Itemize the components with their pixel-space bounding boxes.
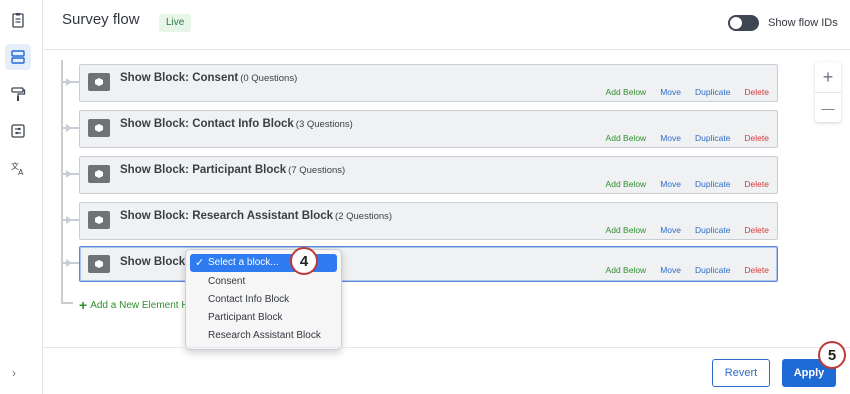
flow-arrow-icon	[66, 259, 72, 267]
move-link[interactable]: Move	[660, 133, 681, 143]
block-icon	[88, 119, 110, 137]
add-below-link[interactable]: Add Below	[606, 225, 647, 235]
zoom-out-button[interactable]: —	[815, 93, 841, 123]
duplicate-link[interactable]: Duplicate	[695, 87, 730, 97]
block-actions: Add Below Move Duplicate Delete	[592, 179, 769, 189]
flow-arrow-icon	[66, 216, 72, 224]
block-icon	[88, 165, 110, 183]
step-marker-4: 4	[290, 247, 318, 275]
flow-block-consent[interactable]: Show Block: Consent (0 Questions) Add Bel…	[79, 64, 778, 102]
move-link[interactable]: Move	[660, 265, 681, 275]
block-actions: Add Below Move Duplicate Delete	[592, 133, 769, 143]
delete-link[interactable]: Delete	[744, 179, 769, 189]
add-below-link[interactable]: Add Below	[606, 179, 647, 189]
dropdown-option[interactable]: Participant Block	[186, 309, 341, 327]
block-title: Show Block	[120, 256, 186, 268]
show-flow-ids-toggle[interactable]	[728, 15, 759, 31]
block-icon	[88, 211, 110, 229]
plus-icon: +	[79, 297, 88, 313]
block-icon	[88, 73, 110, 91]
checkmark-icon: ✓	[195, 257, 205, 269]
zoom-in-button[interactable]: +	[815, 62, 841, 92]
question-count: (2 Questions)	[335, 211, 393, 222]
survey-icon[interactable]	[5, 7, 31, 33]
flow-spine-end	[61, 302, 73, 304]
delete-link[interactable]: Delete	[744, 265, 769, 275]
revert-button[interactable]: Revert	[712, 359, 770, 387]
duplicate-link[interactable]: Duplicate	[695, 133, 730, 143]
block-title: Show Block: Consent (0 Questions)	[120, 72, 298, 84]
zoom-controls: + —	[815, 62, 841, 122]
options-icon[interactable]	[5, 118, 31, 144]
question-count: (0 Questions)	[240, 73, 298, 84]
duplicate-link[interactable]: Duplicate	[695, 225, 730, 235]
add-below-link[interactable]: Add Below	[606, 133, 647, 143]
delete-link[interactable]: Delete	[744, 225, 769, 235]
flow-block-new[interactable]: Show Block Add Below Move Duplicate Delete	[79, 246, 778, 282]
block-select-dropdown[interactable]: ✓ Select a block... Consent Contact Info …	[185, 249, 342, 350]
header-divider	[43, 49, 850, 50]
duplicate-link[interactable]: Duplicate	[695, 179, 730, 189]
add-new-element-link[interactable]: + Add a New Element H	[79, 297, 189, 313]
expand-rail-icon[interactable]: ›	[12, 366, 16, 380]
flow-block-research-assistant[interactable]: Show Block: Research Assistant Block (2 Q…	[79, 202, 778, 240]
dropdown-option[interactable]: Contact Info Block	[186, 291, 341, 309]
svg-text:A: A	[18, 168, 24, 176]
move-link[interactable]: Move	[660, 87, 681, 97]
toggle-label: Show flow IDs	[768, 17, 838, 29]
block-icon	[88, 255, 110, 273]
add-below-link[interactable]: Add Below	[606, 265, 647, 275]
dropdown-option[interactable]: Consent	[186, 273, 341, 291]
page-title: Survey flow	[62, 11, 140, 28]
translate-icon[interactable]: 文A	[5, 155, 31, 181]
block-title: Show Block: Participant Block (7 Question…	[120, 164, 346, 176]
dropdown-option[interactable]: Research Assistant Block	[186, 327, 341, 345]
block-actions: Add Below Move Duplicate Delete	[592, 87, 769, 97]
paint-roller-icon[interactable]	[5, 81, 31, 107]
flow-arrow-icon	[66, 170, 72, 178]
move-link[interactable]: Move	[660, 225, 681, 235]
flow-icon[interactable]	[5, 44, 31, 70]
flow-arrow-icon	[66, 124, 72, 132]
question-count: (3 Questions)	[295, 119, 353, 130]
add-below-link[interactable]: Add Below	[606, 87, 647, 97]
flow-spine	[61, 60, 63, 304]
add-new-element-label: Add a New Element H	[90, 300, 189, 311]
block-actions: Add Below Move Duplicate Delete	[592, 225, 769, 235]
block-title: Show Block: Contact Info Block (3 Questio…	[120, 118, 353, 130]
flow-block-participant[interactable]: Show Block: Participant Block (7 Question…	[79, 156, 778, 194]
delete-link[interactable]: Delete	[744, 133, 769, 143]
question-count: (7 Questions)	[288, 165, 346, 176]
block-actions: Add Below Move Duplicate Delete	[592, 265, 769, 275]
flow-block-contact-info[interactable]: Show Block: Contact Info Block (3 Questio…	[79, 110, 778, 148]
status-badge: Live	[159, 14, 192, 32]
step-marker-5: 5	[818, 341, 846, 369]
duplicate-link[interactable]: Duplicate	[695, 265, 730, 275]
block-title: Show Block: Research Assistant Block (2 Q…	[120, 210, 393, 222]
move-link[interactable]: Move	[660, 179, 681, 189]
left-rail: 文A ›	[0, 0, 43, 394]
flow-arrow-icon	[66, 78, 72, 86]
footer-divider	[43, 347, 850, 348]
delete-link[interactable]: Delete	[744, 87, 769, 97]
